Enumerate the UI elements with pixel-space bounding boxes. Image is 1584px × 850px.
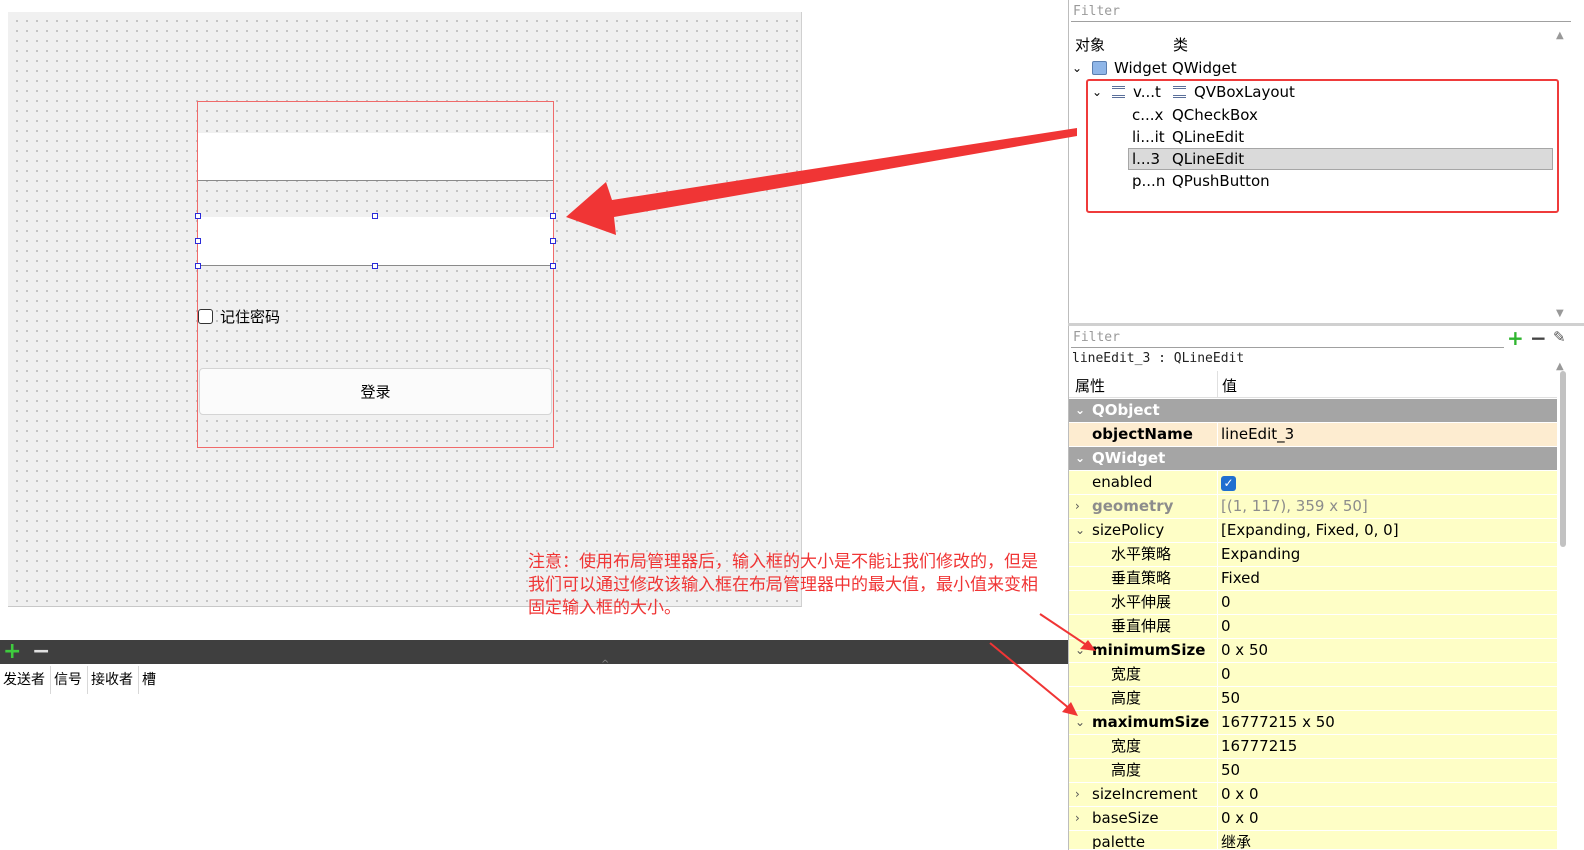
expand-icon[interactable]: ⌄ [1072,57,1082,79]
collapse-icon[interactable]: ⌄ [1075,399,1085,422]
resize-handle[interactable] [550,263,556,269]
remove-connection-icon[interactable]: − [32,641,50,663]
expand-icon[interactable]: › [1075,495,1080,518]
column-property: 属性 [1075,377,1106,395]
prop-sizepolicy[interactable]: ⌄ sizePolicy [Expanding, Fixed, 0, 0] [1069,519,1557,543]
checkbox-indicator[interactable] [198,309,213,324]
resize-handle[interactable] [195,263,201,269]
prop-max-width[interactable]: 宽度 16777215 [1069,735,1557,759]
expand-icon[interactable]: › [1075,807,1080,830]
property-scrollbar[interactable] [1560,371,1566,547]
login-button[interactable]: 登录 [199,368,552,415]
prop-basesize[interactable]: › baseSize 0 x 0 [1069,807,1557,831]
collapse-icon[interactable]: ⌄ [1075,519,1085,542]
enabled-checkbox[interactable]: ✓ [1221,476,1236,491]
signal-slot-headers: 发送者 信号 接收者 槽 [0,666,161,694]
prop-vertical-stretch[interactable]: 垂直伸展 0 [1069,615,1557,639]
current-object-label: lineEdit_3 : QLineEdit [1072,351,1245,366]
column-object: 对象 [1075,36,1106,54]
remember-password-checkbox[interactable]: 记住密码 [198,306,280,327]
prop-minimumsize[interactable]: ⌄ minimumSize 0 x 50 [1069,639,1557,663]
remove-property-icon[interactable]: − [1530,326,1547,350]
add-property-icon[interactable]: + [1507,326,1524,350]
scroll-down-icon[interactable]: ▼ [1556,308,1564,319]
expand-icon[interactable]: › [1075,783,1080,806]
collapse-icon[interactable]: ⌄ [1075,711,1085,734]
category-qobject[interactable]: ⌄ QObject [1069,399,1557,423]
prop-vertical-policy[interactable]: 垂直策略 Fixed [1069,567,1557,591]
password-line-edit-selected[interactable] [198,217,553,266]
collapse-icon[interactable]: ⌄ [1075,639,1085,662]
property-toolbar: + − ✎ [1505,326,1584,350]
signal-slot-toolbar: + − [0,640,1068,664]
prop-maximumsize[interactable]: ⌄ maximumSize 16777215 x 50 [1069,711,1557,735]
resize-handle[interactable] [550,213,556,219]
prop-max-height[interactable]: 高度 50 [1069,759,1557,783]
column-receiver[interactable]: 接收者 [88,666,139,694]
column-signal[interactable]: 信号 [51,666,88,694]
prop-palette[interactable]: palette 继承 [1069,831,1557,850]
property-filter-input[interactable]: Filter [1071,328,1504,348]
prop-horizontal-stretch[interactable]: 水平伸展 0 [1069,591,1557,615]
add-connection-icon[interactable]: + [3,641,21,663]
resize-handle[interactable] [550,238,556,244]
prop-geometry[interactable]: › geometry [(1, 117), 359 x 50] [1069,495,1557,519]
object-filter-input[interactable]: Filter [1071,2,1571,22]
prop-objectname[interactable]: objectName lineEdit_3 [1069,423,1557,447]
prop-min-height[interactable]: 高度 50 [1069,687,1557,711]
column-value: 值 [1222,377,1238,395]
resize-handle[interactable] [372,263,378,269]
prop-horizontal-policy[interactable]: 水平策略 Expanding [1069,543,1557,567]
resize-handle[interactable] [195,238,201,244]
category-qwidget[interactable]: ⌄ QWidget [1069,447,1557,471]
tree-highlight-box [1086,79,1559,213]
checkbox-label: 记住密码 [220,308,281,326]
prop-min-width[interactable]: 宽度 0 [1069,663,1557,687]
collapse-caret-icon[interactable]: ^ [601,659,609,670]
column-slot[interactable]: 槽 [139,666,161,694]
prop-sizeincrement[interactable]: › sizeIncrement 0 x 0 [1069,783,1557,807]
column-sender[interactable]: 发送者 [0,666,51,694]
qt-designer-window: 记住密码 登录 + − ^ 发送者 信号 接收者 槽 Filter 对象 类 ⌄… [0,0,1584,850]
username-line-edit[interactable] [198,133,553,181]
scroll-up-icon[interactable]: ▲ [1556,30,1564,41]
object-inspector-header: 对象 类 [1069,30,1559,56]
annotation-note: 注意：使用布局管理器后，输入框的大小是不能让我们修改的，但是我们可以通过修改该输… [528,552,1038,618]
property-editor-header: 属性 值 [1069,371,1557,398]
configure-icon[interactable]: ✎ [1553,328,1566,346]
column-class: 类 [1173,36,1189,54]
collapse-icon[interactable]: ⌄ [1075,447,1085,470]
resize-handle[interactable] [195,213,201,219]
resize-handle[interactable] [372,213,378,219]
prop-enabled[interactable]: enabled ✓ [1069,471,1557,495]
widget-icon [1092,61,1107,75]
